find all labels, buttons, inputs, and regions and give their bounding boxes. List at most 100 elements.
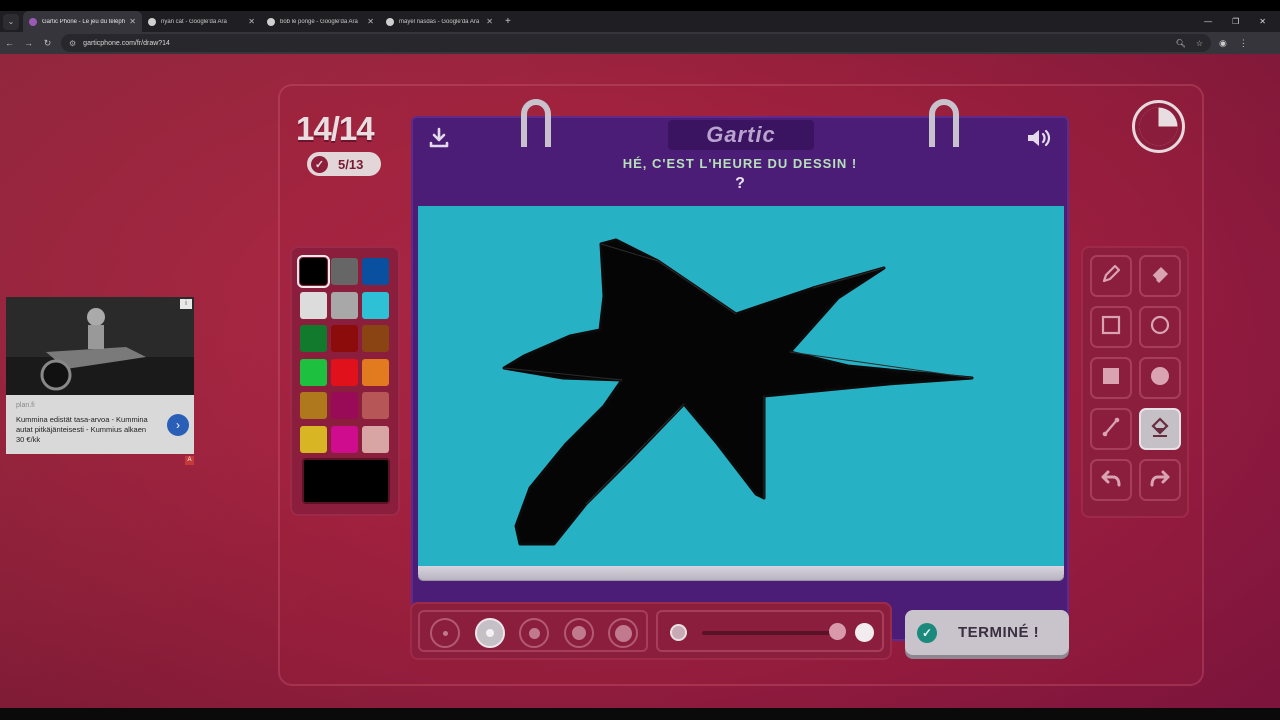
tab-title: bob le ponge - Google'da Ara [280, 18, 358, 25]
tab-title: mayel nasdas - Google'da Ara [399, 18, 480, 25]
color-swatch[interactable] [362, 325, 389, 352]
eraser-icon [1148, 262, 1172, 291]
game-page: 14/14 ✓ 5/13 Gartic HÉ, C'EST L'HEURE DU… [0, 54, 1280, 708]
tab-nyan-cat[interactable]: nyan cat - Google'da Ara ✕ [142, 11, 261, 32]
tool-panel [1081, 246, 1189, 518]
pencil-icon [1099, 262, 1123, 291]
line-tool[interactable] [1090, 408, 1132, 450]
zoom-icon[interactable]: 🔍︎ [1176, 39, 1186, 48]
close-icon[interactable]: ✕ [129, 17, 136, 26]
draw-instruction-title: HÉ, C'EST L'HEURE DU DESSIN ! [622, 156, 858, 171]
notebook-ring-left [521, 99, 551, 147]
color-swatch[interactable] [331, 358, 358, 386]
check-icon: ✓ [917, 622, 937, 643]
site-info-icon[interactable]: ⚙ [69, 39, 76, 48]
brush-size-dot [485, 629, 494, 637]
restore-icon[interactable]: ❐ [1232, 17, 1239, 26]
close-icon[interactable]: ✕ [367, 17, 374, 26]
color-swatch[interactable] [300, 291, 327, 319]
opacity-knob[interactable] [829, 623, 846, 640]
bucket-fill-tool[interactable] [1139, 408, 1181, 450]
ellipse-outline-tool[interactable] [1139, 306, 1181, 348]
color-swatch[interactable] [331, 425, 358, 453]
undo-icon [1099, 466, 1123, 495]
drawing-canvas[interactable] [418, 206, 1064, 568]
new-tab-plus-icon[interactable]: + [505, 16, 511, 27]
taskbar-strip [0, 708, 1280, 720]
opacity-track[interactable] [702, 631, 838, 635]
brush-size-dot [442, 630, 448, 636]
round-counter: 14/14 [296, 110, 375, 147]
opacity-slider[interactable] [656, 610, 884, 652]
pencil-tool[interactable] [1090, 255, 1132, 297]
address-bar: ← → ↻ ⚙ garticphone.com/fr/draw?14 🔍︎ ☆ … [0, 32, 1280, 54]
window-controls: — ❐ ✕ [1204, 17, 1280, 26]
menu-kebab-icon[interactable]: ⋮ [1239, 38, 1248, 49]
close-icon[interactable]: ✕ [486, 17, 493, 26]
ellipse-fill-tool[interactable] [1139, 357, 1181, 399]
brush-size-button[interactable] [430, 618, 460, 648]
color-swatch[interactable] [300, 392, 327, 419]
notebook-header: Gartic HÉ, C'EST L'HEURE DU DESSIN ! ? [411, 116, 1069, 206]
color-swatch[interactable] [300, 325, 327, 352]
undo-tool[interactable] [1090, 459, 1132, 501]
tab-bob-le-ponge[interactable]: bob le ponge - Google'da Ara ✕ [261, 11, 380, 32]
brush-size-button[interactable] [519, 618, 549, 648]
profile-icon[interactable]: ◉ [1219, 38, 1227, 49]
close-icon[interactable]: ✕ [248, 17, 255, 26]
brush-size-button[interactable] [563, 618, 594, 648]
url-text: garticphone.com/fr/draw?14 [83, 39, 170, 47]
ad-domain: plan.fi [16, 402, 35, 409]
advertisement[interactable]: i plan.fi Kummina edistät tasa-arvoa - K… [6, 297, 194, 454]
download-icon[interactable] [427, 126, 451, 155]
tab-bar: ⌄ Gartic Phone - Le jeu du téléph ✕ nyan… [0, 11, 1280, 32]
opacity-min-icon [670, 624, 687, 641]
color-swatch[interactable] [300, 425, 327, 453]
notebook-ring-right [929, 99, 959, 147]
eraser-tool[interactable] [1139, 255, 1181, 297]
rectangle-outline-tool[interactable] [1090, 306, 1132, 348]
google-favicon-icon [148, 17, 156, 26]
brush-controls [410, 602, 892, 660]
square-outline-icon [1099, 313, 1123, 342]
close-window-icon[interactable]: ✕ [1259, 17, 1266, 26]
url-field[interactable]: ⚙ garticphone.com/fr/draw?14 🔍︎ ☆ [61, 34, 1211, 52]
sound-icon[interactable] [1025, 126, 1053, 155]
redo-icon [1148, 466, 1172, 495]
back-arrow-icon[interactable]: ← [0, 38, 19, 48]
opacity-max-icon [855, 623, 874, 642]
bucket-icon [1148, 415, 1172, 444]
brush-size-button[interactable] [608, 618, 638, 648]
rectangle-fill-tool[interactable] [1090, 357, 1132, 399]
ad-info-icon[interactable]: i [180, 299, 192, 309]
reload-icon[interactable]: ↻ [38, 38, 57, 49]
line-icon [1099, 415, 1123, 444]
color-swatch[interactable] [362, 291, 389, 319]
forward-arrow-icon[interactable]: → [19, 38, 38, 48]
tab-mayel-nasdas[interactable]: mayel nasdas - Google'da Ara ✕ [380, 11, 499, 32]
color-swatch[interactable] [331, 392, 358, 419]
ad-image [6, 297, 194, 395]
color-swatch[interactable] [331, 258, 358, 285]
redo-tool[interactable] [1139, 459, 1181, 501]
color-swatch[interactable] [362, 425, 389, 453]
minimize-icon[interactable]: — [1204, 17, 1212, 26]
draw-prompt: ? [735, 175, 745, 192]
timer-clock [1132, 100, 1185, 153]
tab-search-button[interactable]: ⌄ [3, 13, 19, 30]
circle-outline-icon [1148, 313, 1172, 342]
color-swatch[interactable] [331, 325, 358, 352]
color-swatch[interactable] [362, 358, 389, 386]
done-button[interactable]: ✓ TERMINÉ ! [905, 610, 1069, 655]
color-swatch[interactable] [300, 358, 327, 386]
color-swatch[interactable] [331, 291, 358, 319]
brush-size-button[interactable] [474, 618, 505, 648]
color-swatch[interactable] [362, 392, 389, 419]
tab-gartic[interactable]: Gartic Phone - Le jeu du téléph ✕ [23, 11, 142, 32]
chevron-right-icon[interactable]: › [167, 414, 189, 436]
color-swatch[interactable] [297, 255, 330, 288]
tab-title: nyan cat - Google'da Ara [161, 18, 227, 25]
bookmark-star-icon[interactable]: ☆ [1196, 39, 1203, 48]
color-swatch[interactable] [362, 258, 389, 285]
notebook-body [411, 204, 1069, 641]
